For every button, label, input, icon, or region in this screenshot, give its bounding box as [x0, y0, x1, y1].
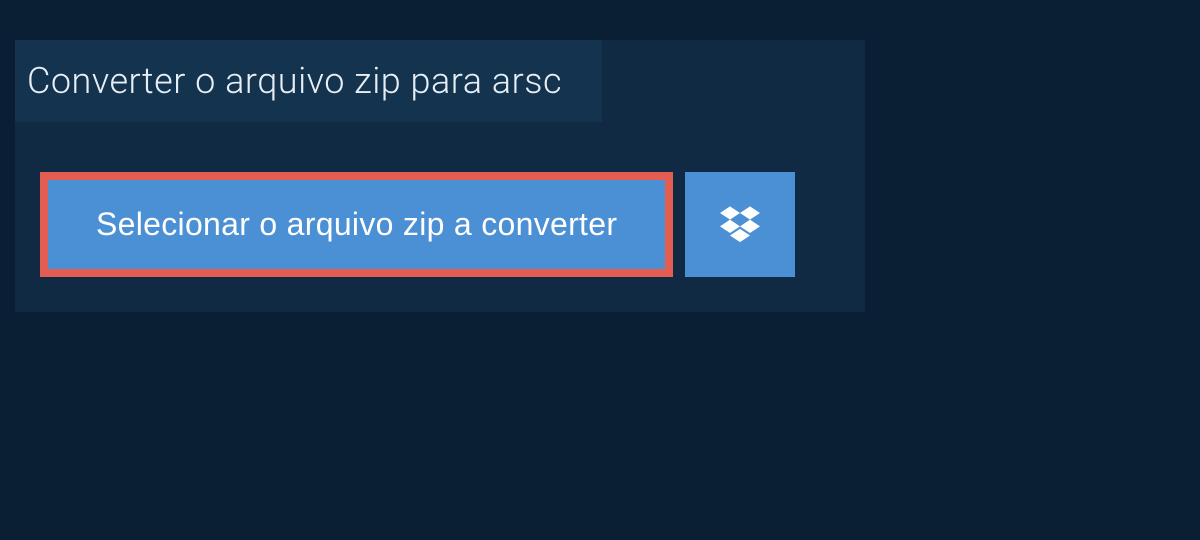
page-title: Converter o arquivo zip para arsc — [27, 60, 562, 102]
select-file-highlight: Selecionar o arquivo zip a converter — [40, 172, 673, 277]
converter-panel: Converter o arquivo zip para arsc Seleci… — [15, 40, 865, 312]
button-row: Selecionar o arquivo zip a converter — [40, 172, 865, 277]
dropbox-icon — [720, 203, 760, 246]
select-file-button[interactable]: Selecionar o arquivo zip a converter — [48, 180, 665, 269]
header-tab: Converter o arquivo zip para arsc — [15, 40, 602, 122]
dropbox-button[interactable] — [685, 172, 795, 277]
